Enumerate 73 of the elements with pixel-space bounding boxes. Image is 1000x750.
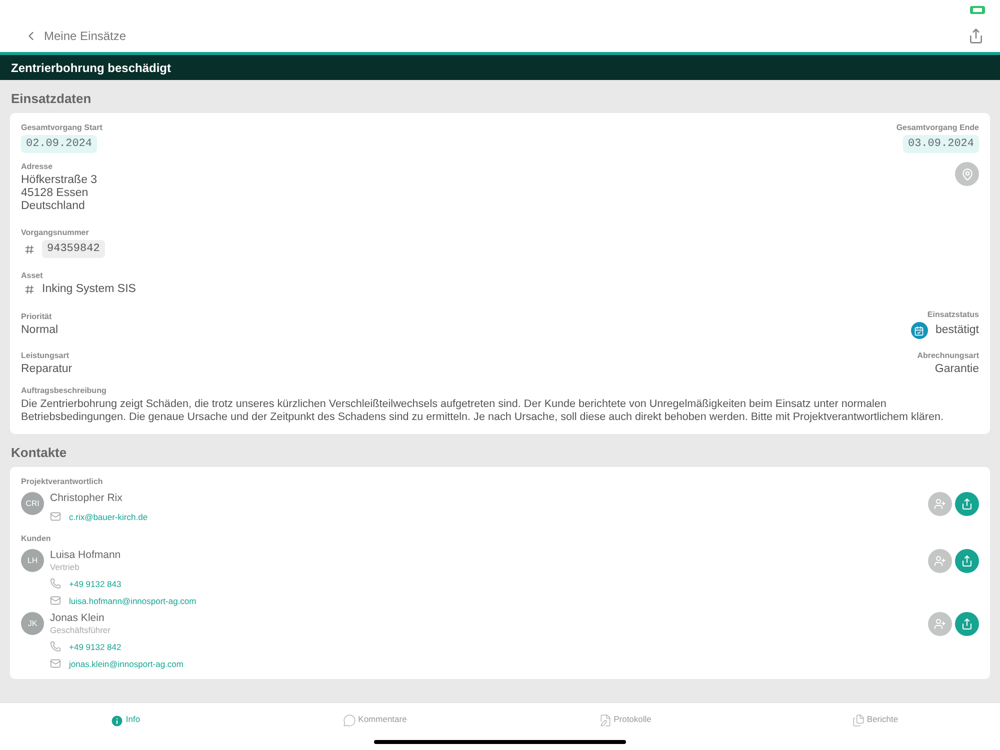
user-plus-icon [934, 618, 946, 630]
field-label: Leistungsart [21, 351, 70, 360]
field-label: Auftragsbeschreibung [21, 386, 106, 395]
field-value: Reparatur [21, 363, 72, 376]
speech-bubble-icon [343, 714, 356, 727]
map-pin-button[interactable] [955, 162, 979, 186]
share-button[interactable] [955, 492, 979, 516]
phone-link[interactable]: +49 9132 842 [69, 642, 122, 652]
address-line: Deutschland [21, 200, 85, 213]
share-icon[interactable] [968, 28, 984, 44]
contact-name: Christopher Rix [50, 492, 122, 505]
contact-role: Geschäftsführer [50, 625, 110, 635]
avatar-initials: LH [21, 549, 44, 572]
documents-icon [852, 714, 865, 727]
avatar-initials: JK [21, 612, 44, 635]
tab[interactable]: Kommentare [250, 703, 500, 750]
map-pin-icon [960, 168, 974, 180]
add-contact-button[interactable] [928, 549, 952, 573]
mail-icon [50, 595, 61, 606]
field-label: Vorgangsnummer [21, 228, 89, 237]
address-line: 45128 Essen [21, 187, 88, 200]
section-heading: Kontakte [10, 444, 68, 462]
address-line: Höfkerstraße 3 [21, 174, 98, 187]
field-value: bestätigt [936, 324, 979, 337]
add-contact-button[interactable] [928, 612, 952, 636]
contact-name: Luisa Hofmann [50, 549, 121, 562]
field-value: Inking System SIS [42, 283, 136, 296]
info-icon [110, 714, 124, 728]
hash-icon [25, 244, 34, 254]
page-title: Zentrierbohrung beschädigt [0, 55, 1000, 80]
group-label: Projektverantwortlich [21, 477, 103, 486]
email-link[interactable]: c.rix@bauer-kirch.de [69, 512, 148, 522]
date-tag: 03.09.2024 [902, 135, 979, 153]
email-link[interactable]: luisa.hofmann@innosport-ag.com [69, 596, 196, 606]
back-link[interactable]: Meine Einsätze [24, 29, 126, 43]
field-label: Asset [21, 271, 43, 280]
calendar-check-icon [910, 322, 928, 339]
avatar-initials: CRI [21, 492, 44, 515]
phone-icon [50, 641, 61, 652]
description-text: Die Zentrierbohrung zeigt Schäden, die trotz unseres kürzlichen Verschleißteilwechsels aufgetreten sind. Der Kunde berichtete von Unregelmäßigkeiten beim Einsatz unter normalen Betriebsbedingungen. Die genaue Ursache und der Zeitpunkt des Schadens sind zu ermitteln. Je nach Ursache, soll diese auch direkt behoben werden. Bitte mit Projektverantwortlichem klären. [21, 398, 944, 424]
hash-icon [25, 285, 34, 294]
user-plus-icon [934, 498, 946, 510]
field-label: Einsatzstatus [927, 310, 979, 319]
tab[interactable]: Berichte [750, 703, 1000, 750]
field-label: Priorität [21, 312, 52, 321]
tab[interactable]: Protokolle [500, 703, 750, 750]
group-label: Kunden [21, 534, 51, 543]
phone-link[interactable]: +49 9132 843 [69, 578, 122, 588]
user-plus-icon [934, 555, 946, 567]
section-heading: Einsatzdaten [10, 90, 92, 108]
share-icon [961, 555, 973, 567]
field-label: Adresse [21, 162, 53, 171]
date-tag: 02.09.2024 [21, 135, 98, 153]
mail-icon [50, 658, 61, 669]
share-icon [961, 618, 973, 630]
share-button[interactable] [955, 549, 979, 573]
share-button[interactable] [955, 612, 979, 636]
field-label: Gesamtvorgang Ende [896, 123, 979, 132]
battery-icon [970, 6, 986, 14]
field-label: Gesamtvorgang Start [21, 123, 102, 132]
share-icon [961, 498, 973, 510]
tab[interactable]: Info [0, 703, 250, 750]
phone-icon [50, 578, 61, 589]
number-tag: 94359842 [42, 240, 105, 258]
field-value: Normal [21, 324, 58, 337]
field-value: Garantie [934, 363, 979, 376]
contact-role: Vertrieb [50, 562, 80, 572]
mail-icon [50, 511, 61, 522]
document-pen-icon [598, 714, 612, 727]
contact-name: Jonas Klein [50, 612, 104, 625]
field-label: Abrechnungsart [917, 351, 979, 360]
email-link[interactable]: jonas.klein@innosport-ag.com [69, 658, 184, 668]
add-contact-button[interactable] [928, 492, 952, 516]
